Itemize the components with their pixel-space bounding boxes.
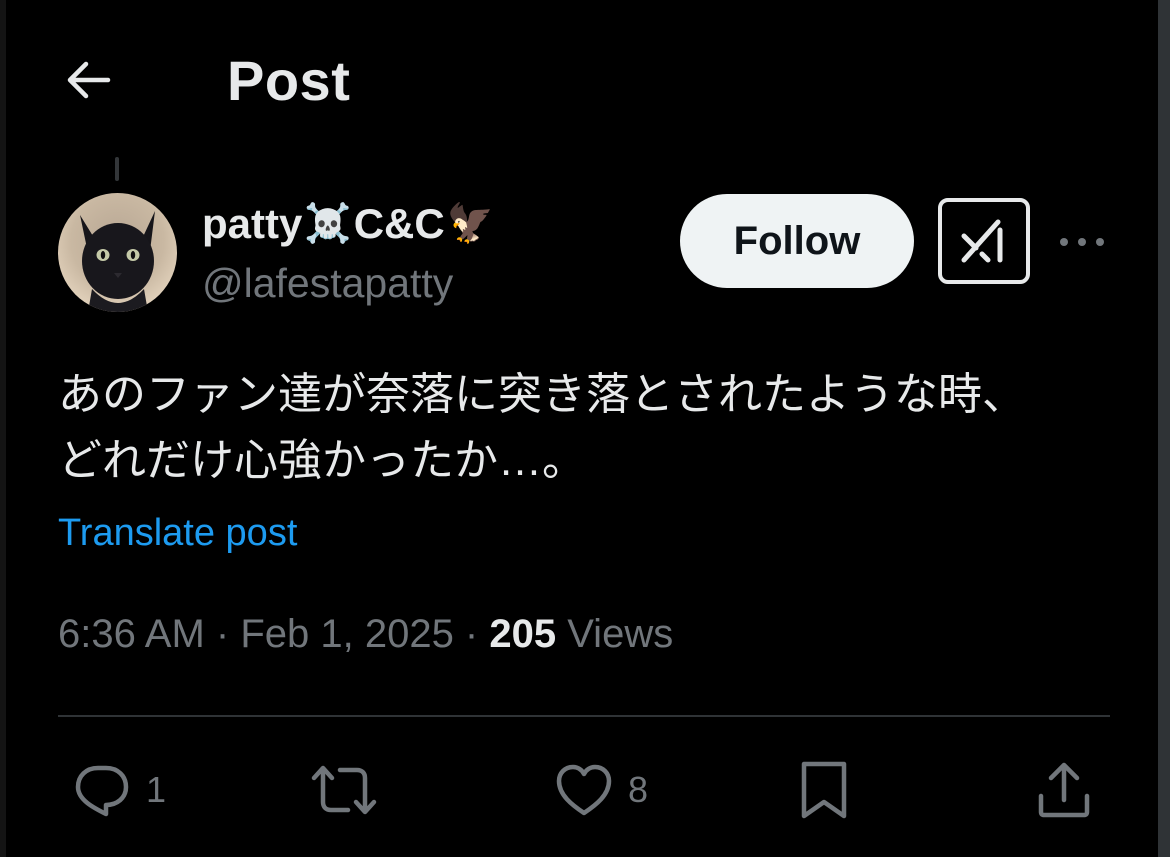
cat-avatar-image — [58, 193, 177, 312]
window-left-edge — [0, 0, 6, 857]
avatar[interactable] — [58, 193, 177, 312]
translate-post-link[interactable]: Translate post — [58, 512, 297, 555]
repost-button[interactable] — [310, 755, 392, 825]
author-name-suffix: C&C — [353, 200, 445, 247]
post-text-line: どれだけ心強かったか…。 — [58, 436, 586, 485]
bookmark-button[interactable] — [800, 755, 848, 825]
reply-icon — [75, 765, 129, 817]
post-metadata: 6:36 AM · Feb 1, 2025 · 205 Views — [58, 612, 673, 657]
back-button[interactable] — [60, 56, 116, 104]
thread-connector-line — [115, 157, 119, 181]
views-label: Views — [556, 612, 674, 656]
scrollbar-track[interactable] — [1158, 0, 1170, 857]
follow-button[interactable]: Follow — [680, 194, 914, 288]
grok-icon — [961, 219, 1003, 263]
share-icon — [1038, 762, 1090, 818]
page-header: Post — [0, 40, 1150, 120]
repost-icon — [311, 765, 377, 815]
post-date[interactable]: Feb 1, 2025 — [240, 612, 454, 656]
author-name-text: patty — [202, 200, 303, 247]
divider — [58, 715, 1110, 717]
page-title: Post — [227, 49, 351, 112]
meta-separator: · — [453, 612, 490, 656]
post-body: あのファン達が奈落に突き落とされたような時、 どれだけ心強かったか…。 — [58, 362, 1118, 494]
arrow-left-icon — [67, 61, 111, 99]
grok-button[interactable] — [938, 198, 1030, 284]
views-count: 205 — [489, 612, 557, 656]
skull-crossbones-emoji: ☠️ — [304, 203, 352, 245]
more-options-button[interactable] — [1058, 226, 1106, 258]
author-display-name[interactable]: patty ☠️ C&C 🦅 — [202, 200, 494, 248]
eagle-emoji: 🦅 — [446, 203, 495, 245]
action-bar: 1 8 — [0, 755, 1150, 825]
author-handle[interactable]: @lafestapatty — [202, 260, 453, 307]
reply-button[interactable]: 1 — [72, 755, 166, 825]
heart-icon — [556, 764, 612, 816]
like-count: 8 — [628, 769, 649, 810]
post-text-line: あのファン達が奈落に突き落とされたような時、 — [58, 370, 1026, 419]
post-time[interactable]: 6:36 AM — [58, 612, 205, 656]
reply-count: 1 — [146, 769, 167, 810]
share-button[interactable] — [1036, 755, 1092, 825]
meta-separator: · — [204, 612, 241, 656]
like-button[interactable]: 8 — [554, 755, 648, 825]
bookmark-icon — [801, 761, 847, 819]
more-horizontal-icon — [1060, 238, 1104, 246]
